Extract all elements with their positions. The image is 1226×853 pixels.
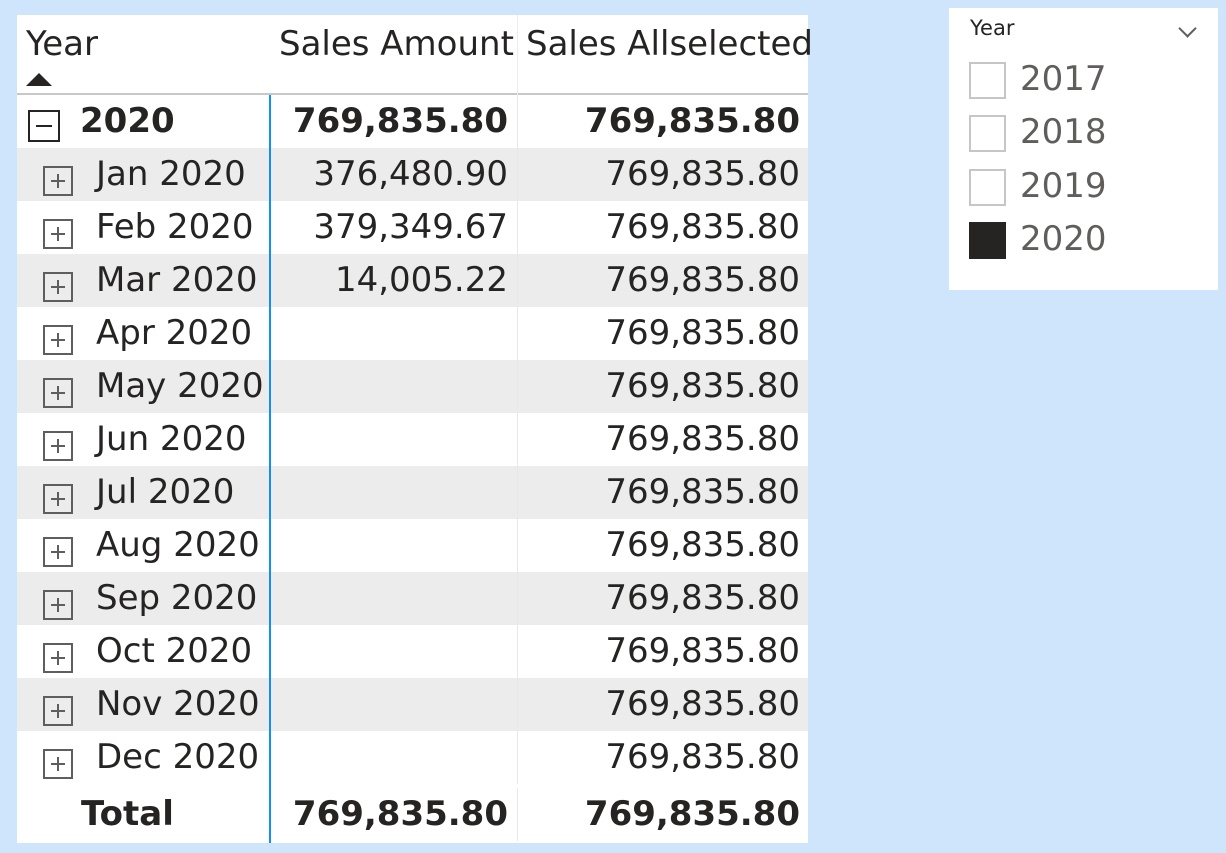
month-label: Jul 2020 [96,472,235,512]
slicer-item-label: 2019 [1020,166,1107,206]
table-row: Aug 2020 769,835.80 [17,519,808,572]
table-row: Feb 2020 379,349.67 769,835.80 [17,201,808,254]
month-sales-amount [270,307,517,360]
month-label: Sep 2020 [96,578,258,618]
slicer-item-2018[interactable]: 2018 [969,107,1209,155]
row-header-divider [269,95,271,843]
column-header-sales-allselected[interactable]: Sales Allselected [526,23,813,65]
slicer-item-label: 2017 [1020,59,1107,99]
expand-icon[interactable] [43,484,73,514]
expand-icon[interactable] [43,643,73,673]
month-sales-allselected: 769,835.80 [605,313,800,353]
column-header-sales-amount[interactable]: Sales Amount [279,23,514,65]
month-sales-amount [270,413,517,466]
month-label: Apr 2020 [96,313,253,353]
month-label: May 2020 [96,366,264,406]
year-slicer: Year 2017 2018 2019 2020 [949,8,1218,290]
month-sales-allselected: 769,835.80 [605,207,800,247]
year-row-label-cell: 2020 [17,95,270,148]
slicer-item-label: 2018 [1020,112,1107,152]
month-sales-allselected: 769,835.80 [605,737,800,777]
slicer-item-2019[interactable]: 2019 [969,161,1209,209]
month-sales-amount [270,360,517,413]
table-row: Jun 2020 769,835.80 [17,413,808,466]
month-sales-amount: 376,480.90 [313,154,508,194]
slicer-title: Year [970,16,1015,40]
month-sales-amount: 14,005.22 [334,260,508,300]
month-sales-allselected: 769,835.80 [605,419,800,459]
month-label: Jun 2020 [96,419,247,459]
year-row-sales-allselected: 769,835.80 [584,101,800,141]
month-sales-allselected: 769,835.80 [605,154,800,194]
year-row-sales-amount: 769,835.80 [292,101,508,141]
checkbox-checked[interactable] [969,222,1006,259]
month-sales-amount [270,625,517,678]
expand-icon[interactable] [43,696,73,726]
month-sales-amount [270,466,517,519]
month-sales-allselected: 769,835.80 [605,578,800,618]
table-row: Sep 2020 769,835.80 [17,572,808,625]
checkbox[interactable] [969,115,1006,152]
slicer-item-label: 2020 [1020,219,1107,259]
collapse-icon[interactable] [28,110,60,142]
expand-icon[interactable] [43,590,73,620]
slicer-item-2017[interactable]: 2017 [969,54,1209,102]
expand-icon[interactable] [43,325,73,355]
checkbox[interactable] [969,169,1006,206]
month-sales-allselected: 769,835.80 [605,366,800,406]
month-label: Oct 2020 [96,631,253,671]
month-sales-amount [270,678,517,731]
matrix-header: Year Sales Amount Sales Allselected [17,15,813,95]
column-header-year[interactable]: Year [26,23,98,65]
expand-icon[interactable] [43,272,73,302]
month-label: Nov 2020 [96,684,260,724]
table-row: Oct 2020 769,835.80 [17,625,808,678]
expand-icon[interactable] [43,219,73,249]
expand-icon[interactable] [43,166,73,196]
sort-ascending-icon[interactable] [26,73,52,86]
total-row: Total 769,835.80 769,835.80 [17,788,808,841]
total-row-label: Total [81,794,174,834]
month-sales-amount: 379,349.67 [313,207,508,247]
month-label: Dec 2020 [96,737,260,777]
checkbox[interactable] [969,62,1006,99]
chevron-down-icon[interactable] [1178,19,1197,38]
expand-icon[interactable] [43,378,73,408]
month-label: Mar 2020 [96,260,258,300]
month-label: Jan 2020 [96,154,246,194]
table-row: May 2020 769,835.80 [17,360,808,413]
month-sales-allselected: 769,835.80 [605,631,800,671]
table-row: Jan 2020 376,480.90 769,835.80 [17,148,808,201]
header-column-divider [517,15,518,95]
month-label: Aug 2020 [96,525,260,565]
table-row: Mar 2020 14,005.22 769,835.80 [17,254,808,307]
table-row: Dec 2020 769,835.80 [17,731,808,784]
expand-icon[interactable] [43,537,73,567]
slicer-item-2020[interactable]: 2020 [969,214,1209,262]
year-row: 2020 769,835.80 769,835.80 [17,95,808,148]
month-sales-amount [270,519,517,572]
total-sales-amount: 769,835.80 [292,794,508,834]
month-label: Feb 2020 [96,207,254,247]
month-sales-amount [270,731,517,784]
table-row: Nov 2020 769,835.80 [17,678,808,731]
month-sales-allselected: 769,835.80 [605,684,800,724]
year-row-label: 2020 [80,101,175,141]
total-sales-allselected: 769,835.80 [584,794,800,834]
expand-icon[interactable] [43,749,73,779]
sales-matrix: Year Sales Amount Sales Allselected 2020… [17,15,813,843]
table-row: Apr 2020 769,835.80 [17,307,808,360]
month-sales-allselected: 769,835.80 [605,472,800,512]
expand-icon[interactable] [43,431,73,461]
table-row: Jul 2020 769,835.80 [17,466,808,519]
month-sales-allselected: 769,835.80 [605,525,800,565]
month-sales-amount [270,572,517,625]
month-sales-allselected: 769,835.80 [605,260,800,300]
